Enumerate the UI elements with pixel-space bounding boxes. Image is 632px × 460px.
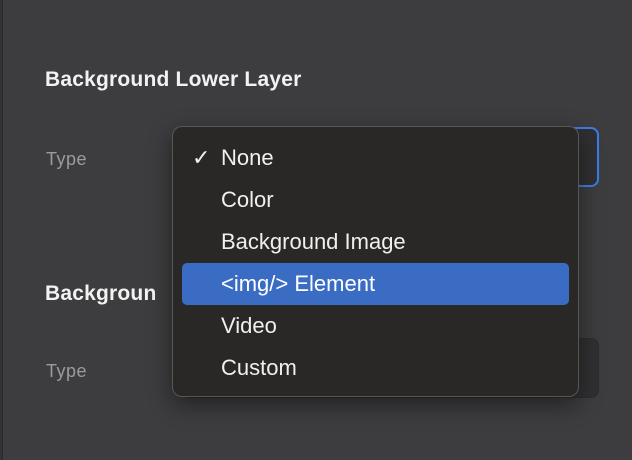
type-label-lower-layer: Type	[46, 149, 88, 169]
menu-item-video[interactable]: Video	[182, 305, 569, 347]
menu-item-img-element[interactable]: <img/> Element	[182, 263, 569, 305]
checkmark-icon: ✓	[192, 145, 211, 170]
section-title-background-second: Backgroun	[45, 282, 157, 305]
type-dropdown-menu: ✓ None Color Background Image <img/> Ele…	[172, 126, 579, 397]
menu-item-label: Custom	[221, 355, 297, 380]
menu-item-background-image[interactable]: Background Image	[182, 221, 569, 263]
menu-item-label: Background Image	[221, 229, 406, 254]
menu-item-label: <img/> Element	[221, 271, 376, 296]
menu-item-custom[interactable]: Custom	[182, 347, 569, 389]
menu-item-label: Video	[221, 313, 277, 338]
type-label-second: Type	[46, 361, 88, 381]
section-title-background-lower-layer: Background Lower Layer	[45, 68, 302, 91]
menu-item-label: Color	[221, 187, 274, 212]
menu-item-label: None	[221, 145, 274, 170]
menu-item-color[interactable]: Color	[182, 179, 569, 221]
menu-item-none[interactable]: ✓ None	[182, 137, 569, 179]
